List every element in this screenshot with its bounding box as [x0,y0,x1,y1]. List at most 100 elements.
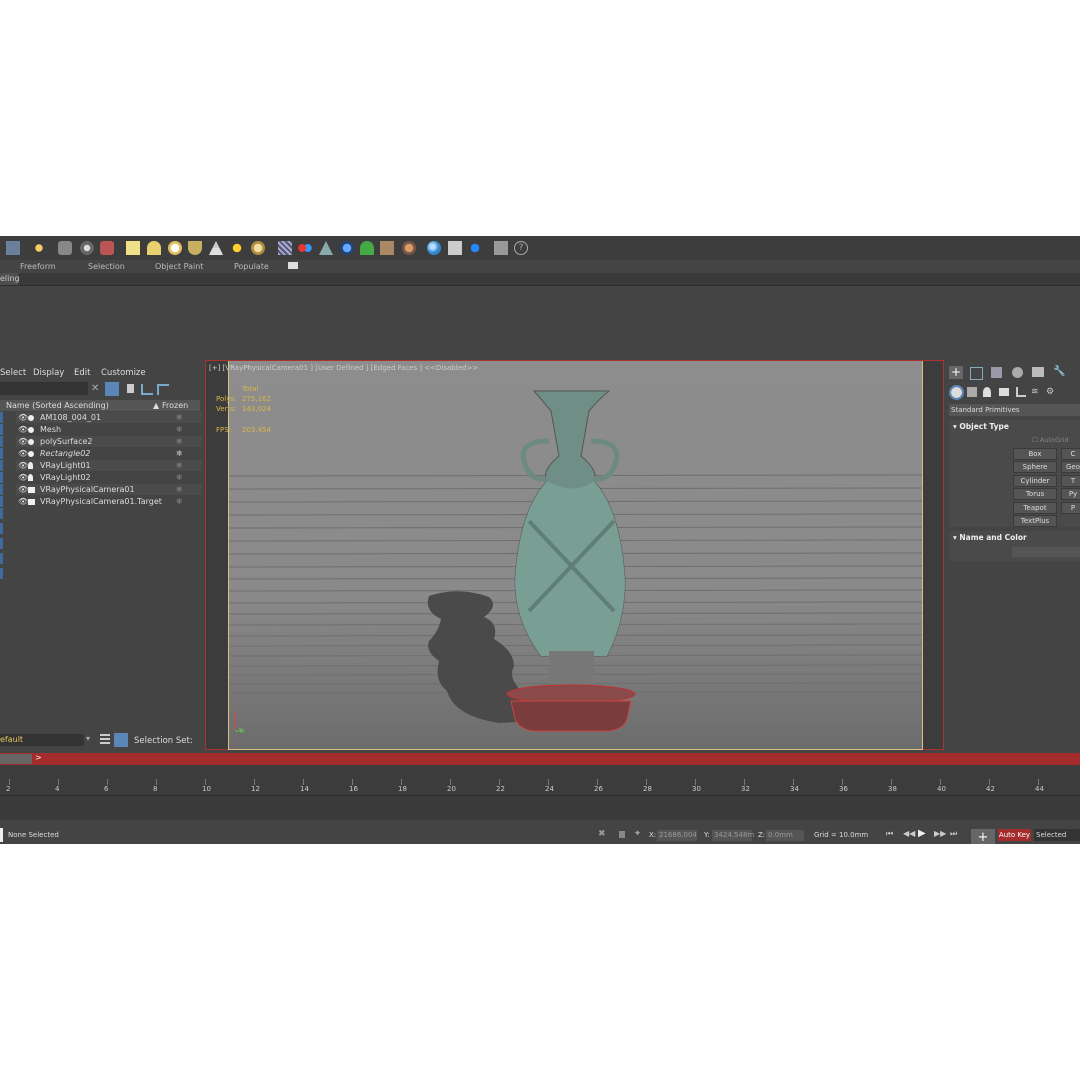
shapes-icon[interactable] [967,387,977,397]
eye-icon[interactable]: 👁 [18,460,28,471]
x-coordinate-field[interactable]: 21686.004 [657,830,697,841]
column-name[interactable]: Name (Sorted Ascending) [6,401,109,410]
snowflake-icon[interactable]: ❄ [176,460,183,471]
material-editor-icon[interactable] [80,241,94,255]
list-item[interactable]: 👁 VRayPhysicalCamera01 ❄ [16,484,202,495]
render-frame-icon[interactable] [6,241,20,255]
column-frozen[interactable]: Frozen [162,401,188,410]
absolute-mode-icon[interactable]: ⌖ [635,829,640,839]
geometry-icon[interactable] [949,385,964,400]
hierarchy-tab-icon[interactable] [991,367,1002,378]
next-frame-arrow[interactable]: > [35,753,42,762]
menu-customize[interactable]: Customize [101,368,146,378]
eye-icon[interactable]: 👁 [18,472,28,483]
ies-light-icon[interactable] [209,241,223,255]
decal-icon[interactable] [402,241,416,255]
render-region-icon[interactable] [448,241,462,255]
track-ruler[interactable]: 2 4 6 8 10 12 14 16 18 20 22 24 26 28 30 32 34 36 38 40 42 44 [0,765,1080,795]
tab-object-paint[interactable]: Object Paint [155,262,203,271]
dome-icon[interactable] [147,241,161,255]
render-setup-icon[interactable] [100,241,114,255]
time-slider[interactable]: > [0,753,1080,765]
snowflake-icon[interactable]: ❄ [176,448,183,459]
maxscript-listener[interactable] [0,828,3,842]
primitive-type-dropdown[interactable]: Standard Primitives [949,404,1080,416]
eye-icon[interactable]: 👁 [18,484,28,495]
teapot-button[interactable]: Teapot [1013,502,1057,514]
track-bar[interactable] [0,795,1080,820]
viewport-label[interactable]: [+] [VRayPhysicalCamera01 ] [User Define… [209,364,478,372]
list-item[interactable]: 👁 Mesh ❄ [16,424,202,435]
motion-tab-icon[interactable] [1012,367,1023,378]
sphere-light-icon[interactable] [168,241,182,255]
textplus-button[interactable]: TextPlus [1013,515,1057,527]
set-key-icon[interactable]: + [971,829,995,844]
snowflake-icon[interactable]: ❄ [176,412,183,423]
selection-lock-icon[interactable] [619,831,625,838]
next-frame-icon[interactable]: ▶▶ [934,829,946,838]
lock-icon[interactable] [127,384,134,393]
menu-edit[interactable]: Edit [74,368,90,378]
snowflake-icon[interactable]: ❄ [176,436,183,447]
clear-search-icon[interactable]: ✕ [91,383,99,394]
space-warps-icon[interactable]: ≋ [1031,387,1039,397]
eye-icon[interactable]: 👁 [18,448,28,459]
viewport-canvas[interactable]: Y [228,361,923,750]
snowflake-icon[interactable]: ❄ [176,424,183,435]
ribbon-options-icon[interactable] [288,262,298,269]
isolate-icon[interactable]: ✖ [598,829,606,839]
chevron-down-icon[interactable]: ▾ [86,734,90,743]
utilities-tab-icon[interactable]: 🔧 [1053,366,1065,377]
helpers-icon[interactable] [1016,387,1026,397]
torus-button[interactable]: Torus [1013,488,1057,500]
go-to-end-icon[interactable]: ⏭ [950,829,957,839]
object-name-input[interactable] [1012,547,1080,557]
plane-button[interactable]: P [1061,502,1080,514]
lights-icon[interactable] [983,387,991,397]
interactive-render-icon[interactable] [468,241,482,255]
hair-icon[interactable] [380,241,394,255]
previous-frame-icon[interactable]: ◀◀ [903,829,915,838]
name-color-title[interactable]: ▾ Name and Color [953,533,1027,542]
z-coordinate-field[interactable]: 0.0mm [766,830,804,841]
list-item[interactable]: 👁 Rectangle02 ❄ [16,448,202,459]
sun-icon[interactable] [230,241,244,255]
tab-freeform[interactable]: Freeform [20,262,56,271]
y-coordinate-field[interactable]: 3424.548m [712,830,754,841]
layer-explorer-icon[interactable] [114,733,128,747]
fur-icon[interactable] [298,241,312,255]
box-button[interactable]: Box [1013,448,1057,460]
ambient-light-icon[interactable] [251,241,265,255]
list-item[interactable]: 👁 AM108_004_01 ❄ [16,412,202,423]
autogrid-checkbox[interactable]: ☐ AutoGrid [1032,436,1069,444]
layer-hierarchy-icon[interactable] [157,384,169,395]
eye-icon[interactable]: 👁 [18,412,28,423]
time-slider-handle[interactable] [0,754,32,764]
tube-button[interactable]: T [1061,475,1080,487]
vfb-icon[interactable] [427,241,441,255]
layer-dropdown[interactable]: efault [0,734,84,746]
menu-display[interactable]: Display [33,368,64,378]
sphere-object-icon[interactable] [340,241,354,255]
layers-icon[interactable] [100,734,110,745]
cone-button[interactable]: C [1061,448,1080,460]
list-item[interactable]: 👁 VRayPhysicalCamera01.Target ❄ [16,496,202,507]
plane-icon[interactable] [126,241,140,255]
tab-modeling[interactable]: eling [0,273,20,285]
help-icon[interactable]: ? [514,241,528,255]
explorer-search-input[interactable] [0,382,88,395]
auto-key-button[interactable]: Auto Key [998,829,1031,841]
cameras-icon[interactable] [999,388,1009,396]
list-item[interactable]: 👁 VRayLight02 ❄ [16,472,202,483]
eye-icon[interactable]: 👁 [18,424,28,435]
plane-object-icon[interactable] [319,241,333,255]
cylinder-button[interactable]: Cylinder [1013,475,1057,487]
viewport[interactable]: Y [+] [VRayPhysicalCamera01 ] [User Defi… [205,360,944,750]
pyramid-button[interactable]: Py [1061,488,1080,500]
snowflake-icon[interactable]: ❄ [176,484,183,495]
light-lister-icon[interactable] [32,241,46,255]
display-tab-icon[interactable] [1032,367,1044,377]
sphere-button[interactable]: Sphere [1013,461,1057,473]
go-to-start-icon[interactable]: ⏮ [886,829,893,839]
list-item[interactable]: 👁 polySurface2 ❄ [16,436,202,447]
